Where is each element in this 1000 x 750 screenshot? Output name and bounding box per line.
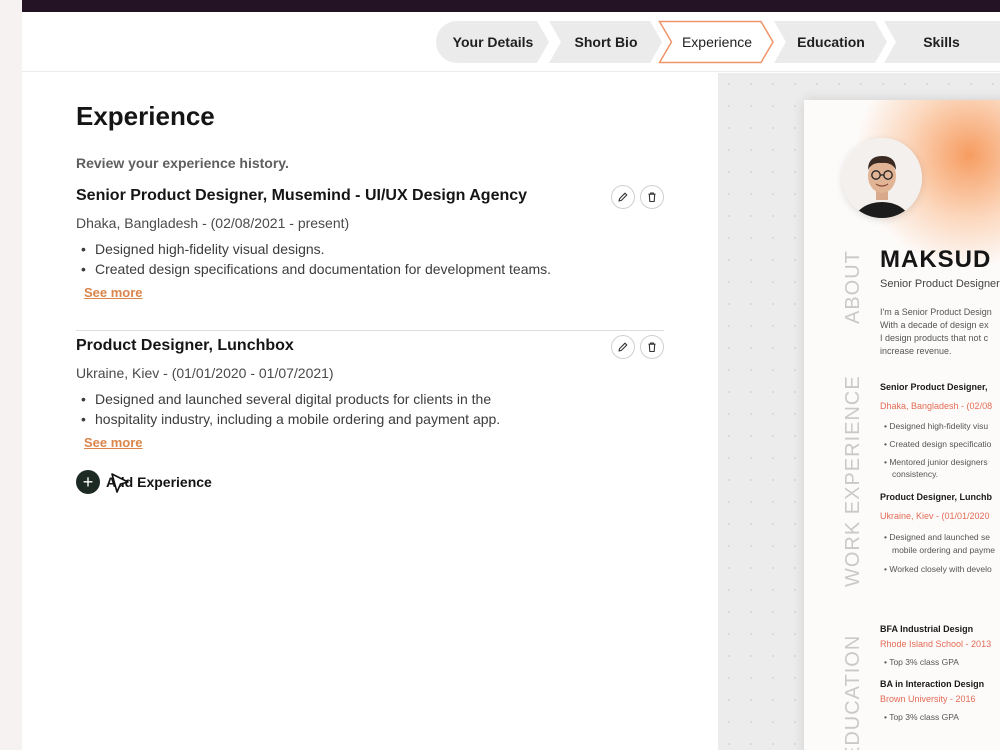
person-icon [842, 138, 922, 218]
trash-icon [648, 342, 656, 353]
experience-title: Senior Product Designer, Musemind - UI/U… [76, 187, 528, 204]
resume-page: ABOUT WORK EXPERIENCE EDUCATION MAKSUD S… [804, 100, 1000, 750]
resume-section-about: ABOUT [842, 250, 864, 324]
pencil-icon [618, 342, 628, 352]
experience-bullets: Designed and launched several digital pr… [76, 389, 664, 429]
list-item: • Designed high-fidelity visu [884, 421, 989, 431]
step-your-details[interactable]: Your Details [435, 20, 551, 64]
resume-name: MAKSUD [880, 246, 992, 273]
experience-meta: Ukraine, Kiev - (01/01/2020 - 01/07/2021… [76, 365, 334, 381]
plus-icon: + [76, 470, 100, 494]
progress-stepper: Your Details Short Bio Experience Educat… [22, 12, 1000, 72]
experience-bullets: Designed high-fidelity visual designs. C… [76, 239, 664, 279]
resume-bullet-text: Designed high-fidelity visu [889, 421, 989, 431]
resume-school: Brown University - 2016 [880, 694, 976, 704]
experience-form: Experience Review your experience histor… [22, 73, 718, 750]
list-item: Designed high-fidelity visual designs. [76, 239, 664, 259]
resume-about-line: I'm a Senior Product Design [880, 307, 992, 317]
pencil-icon [618, 192, 628, 202]
resume-bullet-text: Mentored junior designers [889, 457, 988, 467]
page-subtitle: Review your experience history. [76, 155, 289, 171]
resume-about-line: increase revenue. [880, 346, 952, 356]
resume-degree: BA in Interaction Design [880, 679, 985, 689]
resume-section-work: WORK EXPERIENCE [842, 375, 864, 587]
page-title: Experience [76, 101, 215, 131]
step-experience[interactable]: Experience [658, 20, 776, 64]
resume-degree: BFA Industrial Design [880, 624, 974, 634]
divider [76, 330, 664, 331]
resume-role: Senior Product Designer [880, 278, 1000, 290]
resume-about-line: I design products that not c [880, 333, 989, 343]
experience-item: Product Designer, Lunchbox Ukraine, Kiev… [76, 337, 664, 452]
list-item: • Worked closely with develo [884, 564, 992, 574]
list-item: mobile ordering and payme [892, 545, 996, 555]
delete-button[interactable] [640, 185, 664, 209]
step-label: Experience [681, 34, 753, 50]
step-label: Skills [923, 34, 960, 50]
see-more-link[interactable]: See more [84, 285, 143, 300]
list-item: • Created design specificatio [884, 439, 992, 449]
resume-preview-panel: ABOUT WORK EXPERIENCE EDUCATION MAKSUD S… [718, 73, 1000, 750]
edit-button[interactable] [611, 335, 635, 359]
list-item: • Mentored junior designers [884, 457, 988, 467]
list-item: Created design specifications and docume… [76, 259, 664, 279]
step-education[interactable]: Education [773, 20, 889, 64]
resume-bullet-text: Top 3% class GPA [889, 657, 959, 667]
list-item: consistency. [892, 469, 939, 479]
resume-bullet-text: Top 3% class GPA [889, 712, 959, 722]
resume-job-title: Product Designer, Lunchb [880, 492, 993, 502]
resume-bullet-text: Designed and launched se [889, 532, 991, 542]
list-item: • Top 3% class GPA [884, 712, 959, 722]
experience-item: Senior Product Designer, Musemind - UI/U… [76, 187, 664, 302]
top-app-bar [22, 0, 1000, 12]
list-item: hospitality industry, including a mobile… [76, 409, 664, 429]
list-item: • Designed and launched se [884, 532, 991, 542]
step-label: Your Details [452, 34, 534, 50]
app-frame: Your Details Short Bio Experience Educat… [22, 12, 1000, 750]
avatar [842, 138, 922, 218]
step-label: Education [797, 34, 865, 50]
resume-section-education: EDUCATION [842, 634, 864, 750]
mouse-cursor-icon [111, 473, 129, 493]
list-item: Designed and launched several digital pr… [76, 389, 664, 409]
experience-title: Product Designer, Lunchbox [76, 337, 294, 354]
experience-meta: Dhaka, Bangladesh - (02/08/2021 - presen… [76, 215, 350, 231]
resume-job-place: Ukraine, Kiev - (01/01/2020 [880, 511, 990, 521]
list-item: • Top 3% class GPA [884, 657, 959, 667]
resume-job-place: Dhaka, Bangladesh - (02/08 [880, 401, 993, 411]
resume-bullet-text: Created design specificatio [889, 439, 992, 449]
step-label: Short Bio [574, 34, 638, 50]
see-more-link[interactable]: See more [84, 435, 143, 450]
step-skills[interactable]: Skills [883, 20, 1000, 64]
resume-job-title: Senior Product Designer, [880, 382, 988, 392]
trash-icon [648, 192, 656, 203]
resume-about: I'm a Senior Product Design With a decad… [880, 306, 992, 358]
resume-school: Rhode Island School - 2013 [880, 639, 992, 649]
step-short-bio[interactable]: Short Bio [548, 20, 664, 64]
resume-about-line: With a decade of design ex [880, 320, 989, 330]
delete-button[interactable] [640, 335, 664, 359]
add-experience-button[interactable]: + Add Experience [76, 470, 212, 494]
resume-bullet-text: Worked closely with develo [889, 564, 992, 574]
edit-button[interactable] [611, 185, 635, 209]
